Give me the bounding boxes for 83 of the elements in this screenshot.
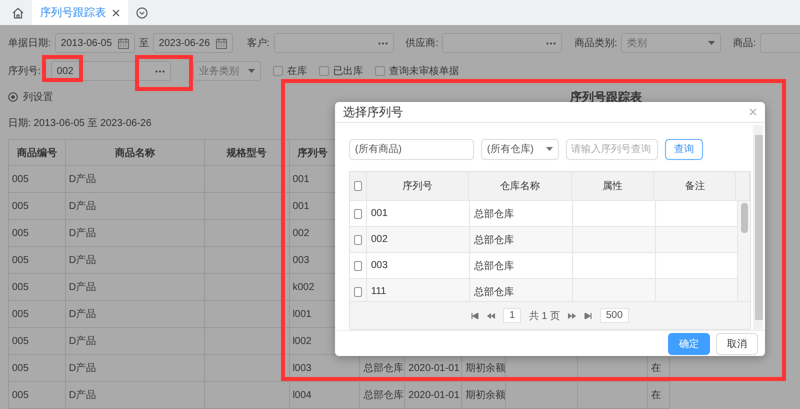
table-cell: 005 (9, 328, 66, 355)
column-header: 商品编号 (9, 140, 66, 166)
table-cell: 005 (9, 220, 66, 247)
table-cell (578, 382, 648, 409)
table-cell: 2020-01-01 (405, 382, 462, 409)
table-cell: 在 (648, 382, 670, 409)
table-cell: 总部仓库 (470, 279, 573, 302)
report-tab[interactable]: 序列号跟踪表 (32, 0, 128, 25)
table-cell: D产品 (66, 301, 205, 328)
column-header: 规格型号 (204, 140, 290, 166)
checkbox-label: 已出库 (332, 64, 363, 78)
table-cell: D产品 (66, 166, 205, 193)
table-cell: 005 (9, 166, 66, 193)
table-cell: 期初余额 (462, 382, 506, 409)
checkbox[interactable] (354, 234, 362, 245)
table-cell: 005 (9, 382, 66, 409)
checkbox[interactable] (318, 66, 329, 76)
query-button[interactable]: 查询 (665, 138, 703, 160)
field-label: 商品: (733, 36, 756, 50)
column-settings-link[interactable]: 列设置 (23, 90, 53, 104)
field-label: 至 (138, 37, 149, 50)
checkbox[interactable] (354, 286, 362, 297)
field-label: 序列号: (8, 64, 41, 78)
supplier-field[interactable] (442, 33, 562, 53)
last-page-icon[interactable] (584, 312, 592, 319)
report-title: 序列号跟踪表 (570, 88, 642, 106)
page-size-field[interactable]: 500 (600, 308, 629, 324)
next-page-icon[interactable] (568, 312, 576, 319)
column-header: 商品名称 (66, 140, 205, 166)
home-icon[interactable] (12, 6, 24, 18)
table-cell: 005 (9, 247, 66, 274)
more-icon[interactable] (378, 42, 388, 44)
close-icon[interactable] (112, 8, 120, 16)
field-label: 客户: (246, 36, 270, 50)
highlight-frame (42, 55, 83, 82)
cancel-button[interactable]: 取消 (716, 332, 758, 355)
checkbox-label: 查询未审核单据 (388, 64, 459, 78)
checkbox-label: 在库 (286, 64, 307, 78)
checkbox[interactable] (354, 260, 362, 271)
table-cell: D产品 (66, 355, 205, 382)
first-page-icon[interactable] (471, 312, 480, 319)
table-cell: D产品 (66, 382, 205, 409)
date-field[interactable]: 2013-06-05 (54, 33, 135, 53)
serial-search-field[interactable]: 请输入序列号查询 (566, 138, 658, 160)
page-number-field[interactable]: 1 (503, 308, 521, 324)
settings-icon[interactable] (8, 92, 18, 102)
serial-field[interactable]: 002 (50, 61, 171, 81)
checkbox[interactable] (374, 66, 385, 76)
table-cell: D产品 (66, 193, 205, 220)
caret-icon (248, 69, 255, 73)
field-label: 单据日期: (8, 36, 51, 50)
field-label: 供应商: (406, 36, 438, 50)
more-icon[interactable] (546, 42, 556, 44)
checkbox[interactable] (354, 208, 362, 219)
product-field[interactable]: (所有商品) (349, 138, 474, 160)
table-cell: 总部仓库 (360, 382, 406, 409)
table-cell: D产品 (66, 220, 205, 247)
checkbox[interactable] (354, 181, 362, 192)
checkbox[interactable] (272, 66, 283, 76)
field-label: 商品类别: (574, 36, 618, 50)
chevron-down-circle-icon[interactable] (136, 6, 148, 18)
more-icon[interactable] (154, 70, 165, 72)
caret-icon (546, 147, 553, 152)
table-cell: 005 (9, 355, 66, 382)
caret-icon (708, 41, 716, 45)
calendar-icon[interactable] (118, 38, 129, 48)
previous-page-icon[interactable] (487, 312, 496, 319)
page-total-text: 共 1 页 (528, 310, 560, 323)
table-cell: 005 (9, 274, 66, 301)
table-cell: 111 (367, 279, 470, 302)
table-cell: D产品 (66, 328, 205, 355)
date-range-text: 日期: 2013-06-05 至 2023-06-26 (8, 116, 152, 130)
warehouse-select[interactable]: (所有仓库) (481, 138, 559, 160)
table-cell: 005 (9, 301, 66, 328)
highlight-frame (135, 55, 193, 91)
table-cell: l004 (290, 382, 360, 409)
calendar-icon[interactable] (216, 38, 227, 48)
dialog-title: 选择序列号 (343, 104, 403, 121)
customer-field[interactable] (274, 33, 394, 53)
date-field[interactable]: 2023-06-26 (152, 33, 233, 53)
table-cell: D产品 (66, 274, 205, 301)
table-cell: 005 (9, 193, 66, 220)
table-cell: D产品 (66, 247, 205, 274)
